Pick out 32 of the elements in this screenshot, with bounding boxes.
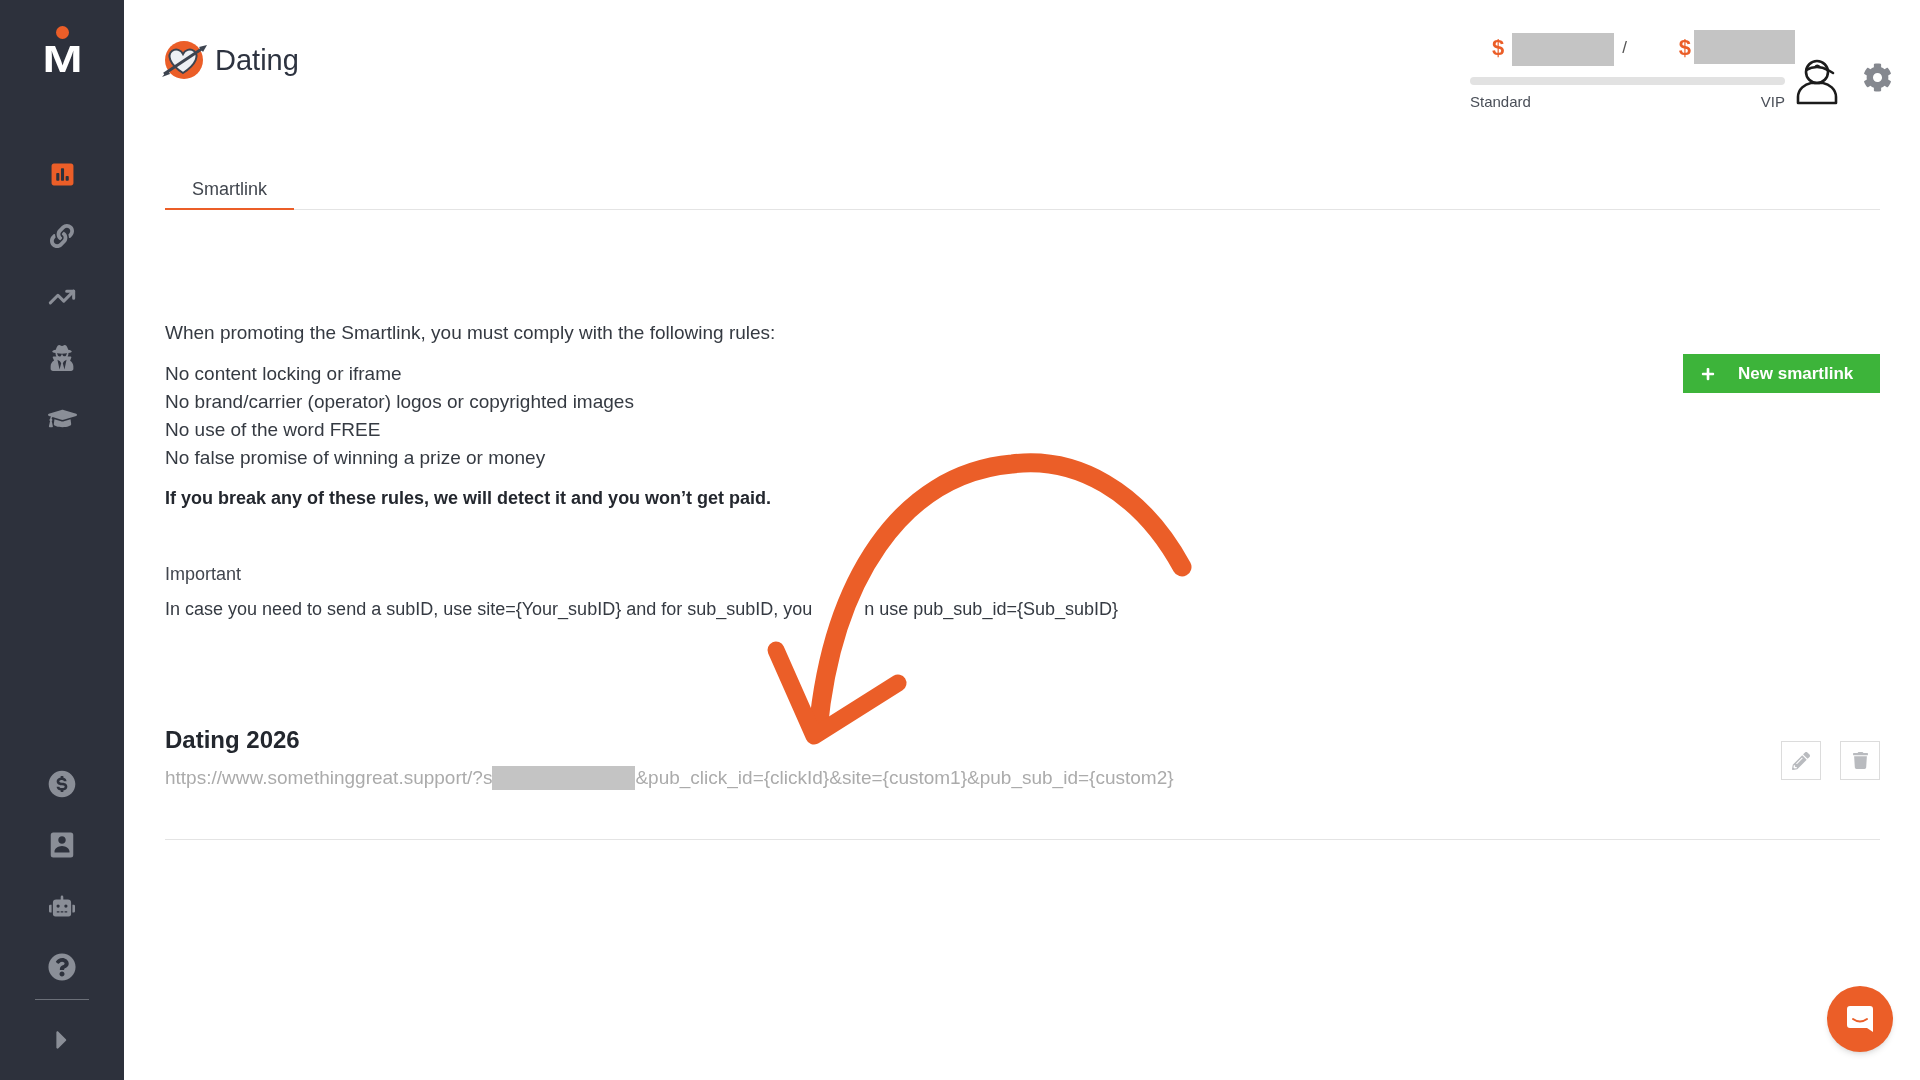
rule-item: No false promise of winning a prize or money	[165, 446, 547, 470]
rules-intro: When promoting the Smartlink, you must comply with the following rules:	[165, 321, 776, 345]
tier-label: VIP	[1760, 92, 1785, 112]
logo-letter[interactable]: M	[41, 44, 83, 76]
chat-icon	[1845, 1004, 1875, 1034]
plus-icon	[1701, 366, 1715, 381]
settings-icon	[1863, 63, 1892, 92]
rule-item: No brand/carrier (operator) logos or copyrighted images	[165, 390, 635, 414]
help-icon	[48, 952, 76, 981]
tier-label: Standard	[1470, 92, 1531, 112]
currency-symbol: $	[1492, 35, 1505, 61]
important-heading: Important	[165, 563, 243, 586]
rule-item: No content locking or iframe	[165, 362, 403, 386]
smartlink-url: &pub_click_id={clickId}&site={custom1}&pub_sub_id={custom2}	[635, 766, 1174, 791]
currency-symbol: $	[1678, 35, 1692, 61]
link-icon	[50, 223, 74, 248]
rule-item: No use of the word FREE	[165, 418, 382, 442]
settings-button[interactable]	[1863, 63, 1892, 92]
separator-text: /	[1622, 37, 1627, 59]
smartlink-name: Dating 2026	[165, 725, 301, 755]
subid-instruction-text: In case you need to send a subID, use site={Your_subID} and for sub_subID, you	[165, 598, 813, 622]
trash-icon	[1851, 752, 1869, 769]
bar-chart-icon	[49, 162, 75, 187]
smartlink-url: https://www.somethinggreat.support/?s	[165, 766, 493, 790]
subid-instruction-text: n use pub_sub_id={Sub_subID}	[864, 598, 1118, 622]
pencil-icon	[1792, 751, 1810, 770]
page-title: Dating	[215, 43, 299, 78]
tab[interactable]: Smartlink	[165, 170, 294, 210]
spy-icon	[49, 344, 75, 371]
heart-arrow-icon	[161, 39, 209, 81]
chat-button[interactable]	[1827, 986, 1893, 1052]
rules-warning: If you break any of these rules, we will detect it and you won’t get paid.	[165, 487, 773, 510]
